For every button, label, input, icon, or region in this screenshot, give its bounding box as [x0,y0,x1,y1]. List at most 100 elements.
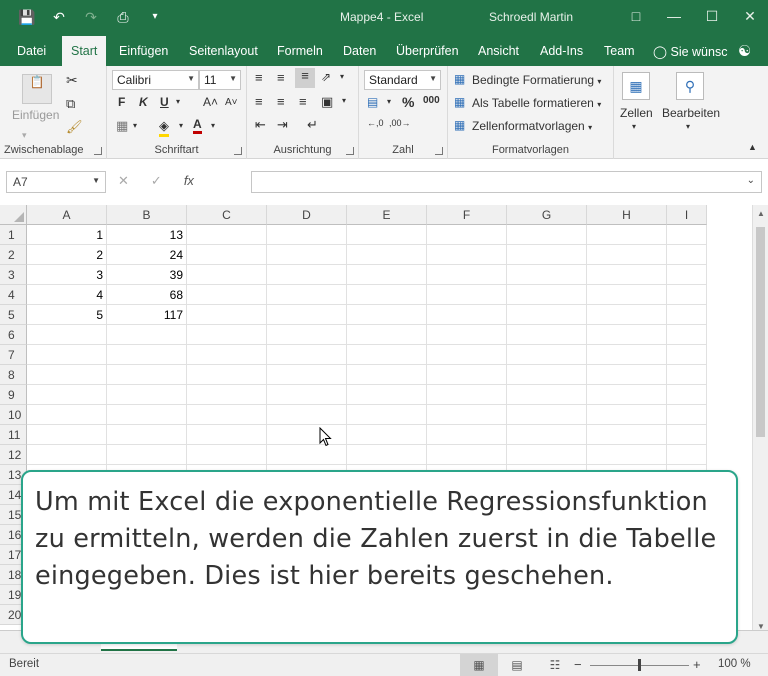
paste-dropdown-icon[interactable]: ▾ [22,130,27,141]
cell-d4[interactable] [267,285,347,305]
orientation-icon[interactable]: ⇗ [321,70,331,84]
accounting-format-icon[interactable]: ▤ [367,95,378,109]
collapse-ribbon-icon[interactable]: ▲ [748,142,757,152]
cell-h6[interactable] [587,325,667,345]
cell-i2[interactable] [667,245,707,265]
formula-input[interactable]: ⌄ [251,171,762,193]
align-bottom-icon[interactable]: ≡ [295,68,315,88]
fill-color-icon[interactable]: ◈ [159,118,169,137]
cell-d10[interactable] [267,405,347,425]
cell-g6[interactable] [507,325,587,345]
cell-e1[interactable] [347,225,427,245]
cell-i10[interactable] [667,405,707,425]
italic-button[interactable]: K [139,95,148,109]
name-box[interactable]: A7 ▼ [6,171,106,193]
cell-d7[interactable] [267,345,347,365]
thousands-separator-button[interactable]: 000 [423,95,440,106]
row-header[interactable]: 7 [0,345,27,365]
cell-b9[interactable] [107,385,187,405]
cell-h5[interactable] [587,305,667,325]
column-header-f[interactable]: F [427,205,507,225]
cell-f12[interactable] [427,445,507,465]
cell-c6[interactable] [187,325,267,345]
column-header-g[interactable]: G [507,205,587,225]
cell-f4[interactable] [427,285,507,305]
font-color-icon[interactable]: A [193,117,202,134]
cell-h4[interactable] [587,285,667,305]
cell-a4[interactable]: 4 [27,285,107,305]
row-header[interactable]: 4 [0,285,27,305]
row-header[interactable]: 11 [0,425,27,445]
align-center-icon[interactable]: ≡ [277,94,285,109]
underline-button[interactable]: U [160,95,169,109]
cell-f1[interactable] [427,225,507,245]
increase-decimal-icon[interactable]: ←,0 [367,118,384,128]
cell-i5[interactable] [667,305,707,325]
conditional-formatting-button[interactable]: Bedingte Formatierung ▾ [472,73,601,87]
merge-dropdown-icon[interactable]: ▾ [342,96,346,105]
redo-icon[interactable]: ↷ [82,8,100,26]
user-name[interactable]: Schroedl Martin [489,10,573,24]
cell-d1[interactable] [267,225,347,245]
cell-d2[interactable] [267,245,347,265]
cell-h8[interactable] [587,365,667,385]
cell-g5[interactable] [507,305,587,325]
clipboard-launcher-icon[interactable] [94,147,102,155]
tab-start[interactable]: Start [62,36,107,66]
column-header-a[interactable]: A [27,205,107,225]
cell-a5[interactable]: 5 [27,305,107,325]
column-header-h[interactable]: H [587,205,667,225]
accounting-dropdown-icon[interactable]: ▾ [387,97,391,106]
page-layout-view-icon[interactable]: ▤ [498,654,536,676]
expand-formula-bar-icon[interactable]: ⌄ [747,175,755,186]
tab-seitenlayout[interactable]: Seitenlayout [189,44,258,58]
cell-g11[interactable] [507,425,587,445]
cell-g2[interactable] [507,245,587,265]
zoom-slider-knob[interactable] [638,659,641,671]
cell-b8[interactable] [107,365,187,385]
column-header-i[interactable]: I [667,205,707,225]
percent-button[interactable]: % [402,94,414,110]
paste-button[interactable]: Einfügen [12,108,59,122]
row-header[interactable]: 1 [0,225,27,245]
cell-e11[interactable] [347,425,427,445]
cell-c1[interactable] [187,225,267,245]
cell-h1[interactable] [587,225,667,245]
cell-d8[interactable] [267,365,347,385]
undo-icon[interactable]: ↶ [50,8,68,26]
cell-f8[interactable] [427,365,507,385]
cell-c7[interactable] [187,345,267,365]
cell-g9[interactable] [507,385,587,405]
cell-h2[interactable] [587,245,667,265]
cell-h3[interactable] [587,265,667,285]
cell-b11[interactable] [107,425,187,445]
column-header-b[interactable]: B [107,205,187,225]
cell-h11[interactable] [587,425,667,445]
cell-e4[interactable] [347,285,427,305]
cell-c11[interactable] [187,425,267,445]
shrink-font-icon[interactable]: A˅ [225,97,238,108]
cell-c4[interactable] [187,285,267,305]
cell-c3[interactable] [187,265,267,285]
row-header[interactable]: 5 [0,305,27,325]
cell-f5[interactable] [427,305,507,325]
align-left-icon[interactable]: ≡ [255,94,263,109]
font-color-dropdown-icon[interactable]: ▾ [211,121,215,130]
cut-icon[interactable]: ✂ [66,72,78,89]
cell-e7[interactable] [347,345,427,365]
cell-f3[interactable] [427,265,507,285]
cell-i8[interactable] [667,365,707,385]
cell-a11[interactable] [27,425,107,445]
minimize-icon[interactable]: — [666,6,682,26]
column-header-e[interactable]: E [347,205,427,225]
tab-datei[interactable]: Datei [17,44,46,58]
tab-team[interactable]: Team [604,44,635,58]
cell-e5[interactable] [347,305,427,325]
cells-icon[interactable]: ▦ [622,72,650,100]
row-header[interactable]: 8 [0,365,27,385]
cell-f2[interactable] [427,245,507,265]
cell-c8[interactable] [187,365,267,385]
share-icon[interactable]: ☯ [738,42,751,60]
align-right-icon[interactable]: ≡ [299,94,307,109]
cell-g8[interactable] [507,365,587,385]
